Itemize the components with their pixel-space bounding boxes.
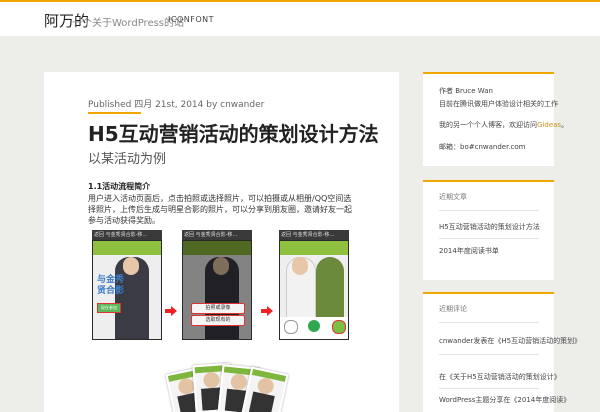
author-desc: 目前在腾讯做用户体验设计相关的工作 bbox=[439, 100, 558, 108]
recent-comment-link[interactable]: WordPress主题分享在《2014年度阅读》 bbox=[439, 395, 570, 405]
post-meta: Published 四月 21st, 2014 by cnwander bbox=[88, 100, 265, 110]
promo-text: 与金秀贤合影 bbox=[97, 275, 125, 296]
person-face bbox=[123, 257, 139, 275]
sidebar-recent-posts: 近期文章 H5互动营销活动的策划设计方法 2014年度阅读书单 bbox=[423, 180, 554, 280]
post-subtitle: 以某活动为例 bbox=[88, 152, 167, 167]
blog-link[interactable]: Gideas bbox=[537, 121, 561, 129]
site-header: 阿万的 一个关于WordPress的站 ICONFONT bbox=[0, 2, 600, 36]
post-card: Published 四月 21st, 2014 by cnwander H5互动… bbox=[44, 72, 399, 412]
join-button: 现在参加 bbox=[97, 303, 121, 313]
photo-collage bbox=[164, 362, 289, 412]
save-icon bbox=[308, 320, 320, 332]
sheet-option-take: 拍照或录像 bbox=[191, 303, 245, 314]
widget-heading: 近期评论 bbox=[439, 305, 467, 313]
share-icon bbox=[332, 320, 346, 334]
green-banner bbox=[93, 241, 161, 255]
retake-icon bbox=[284, 320, 298, 334]
widget-heading: 近期文章 bbox=[439, 193, 467, 201]
author-email: 邮箱：bo#cnwander.com bbox=[439, 143, 526, 151]
post-paragraph: 用户进入活动页面后，点击拍照或选择照片，可以拍摄或从相册/QQ空间选择照片，上传… bbox=[88, 194, 352, 225]
phone-screenshot-2: 返回 与金秀贤合影-移… 拍照或录像 选取现有的 bbox=[182, 230, 252, 340]
sidebar-recent-comments: 近期评论 cnwander发表在《H5互动营销活动的策划》 在《关于H5互动营销… bbox=[423, 292, 581, 412]
phone-screenshot-3: 返回 与金秀贤合影-移… bbox=[279, 230, 349, 340]
sheet-option-choose: 选取现有的 bbox=[191, 315, 245, 326]
recent-comment-link[interactable]: cnwander发表在《H5互动营销活动的策划》 bbox=[439, 336, 581, 346]
recent-post-link[interactable]: H5互动营销活动的策划设计方法 bbox=[439, 222, 540, 232]
sidebar-about-widget: 作者 Bruce Wan 目前在腾讯做用户体验设计相关的工作 我的另一个个人博客… bbox=[423, 72, 568, 166]
phone-titlebar: 返回 与金秀贤合影-移… bbox=[182, 230, 252, 240]
nav-item-iconfont[interactable]: ICONFONT bbox=[168, 15, 214, 24]
phone-screenshot-1: 返回 与金秀贤合影-移… 与金秀贤合影 现在参加 bbox=[92, 230, 162, 340]
recent-comment-link[interactable]: 在《关于H5互动营销活动的策划设计》 bbox=[439, 372, 561, 382]
author-name: 作者 Bruce Wan bbox=[439, 87, 493, 95]
action-bar bbox=[280, 317, 348, 339]
phone-titlebar: 返回 与金秀贤合影-移… bbox=[279, 230, 349, 240]
phone-titlebar: 返回 与金秀贤合影-移… bbox=[92, 230, 162, 240]
author-blog: 我的另一个个人博客，欢迎访问Gideas。 bbox=[439, 121, 569, 129]
post-date-link[interactable]: 四月 bbox=[134, 100, 152, 110]
arrow-right-icon bbox=[165, 306, 177, 316]
arrow-right-icon bbox=[261, 306, 273, 316]
section-heading: 1.1活动流程简介 bbox=[88, 182, 151, 191]
post-title[interactable]: H5互动营销活动的策划设计方法 bbox=[88, 118, 379, 147]
recent-post-link[interactable]: 2014年度阅读书单 bbox=[439, 246, 499, 256]
meta-underline bbox=[88, 112, 141, 114]
